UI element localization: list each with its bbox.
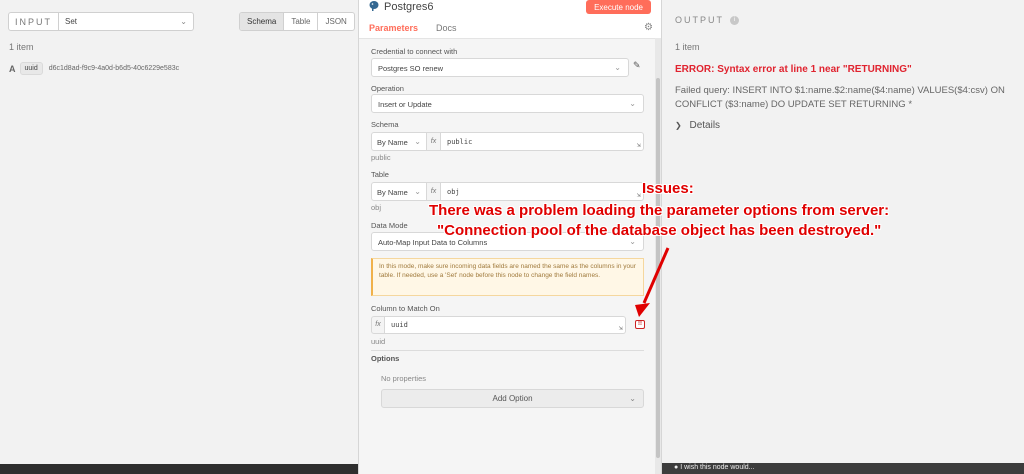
table-hint: obj <box>371 203 382 212</box>
input-node-select-value: Set <box>65 17 78 26</box>
table-input[interactable]: obj ⇲ <box>441 182 644 201</box>
credential-label: Credential to connect with <box>371 47 458 56</box>
annotation-heading: Issues: <box>642 180 694 197</box>
chevron-right-icon: ❯ <box>675 121 682 130</box>
chevron-down-icon: ⌄ <box>629 99 636 108</box>
tab-table[interactable]: Table <box>284 13 319 30</box>
expression-fx-icon: fx <box>371 316 385 334</box>
canvas-strip <box>0 464 358 474</box>
pencil-icon[interactable]: ✎ <box>633 60 641 71</box>
schema-mode-value: By Name <box>377 138 408 147</box>
chevron-down-icon: ⌄ <box>414 137 421 146</box>
chevron-down-icon: ⌄ <box>629 394 636 403</box>
chevron-down-icon: ⌄ <box>180 17 187 26</box>
warning-icon[interactable]: !! <box>635 320 645 329</box>
table-label: Table <box>371 170 389 179</box>
chevron-down-icon: ⌄ <box>414 187 421 196</box>
schema-mode-select[interactable]: By Name ⌄ <box>371 132 427 151</box>
tab-schema[interactable]: Schema <box>240 13 285 30</box>
operation-select[interactable]: Insert or Update ⌄ <box>371 94 644 113</box>
input-header: INPUT Set ⌄ <box>8 12 194 31</box>
add-option-label: Add Option <box>492 394 533 403</box>
execute-node-button[interactable]: Execute node <box>586 0 651 14</box>
data-mode-notice: In this mode, make sure incoming data fi… <box>371 258 644 296</box>
node-tabs: Parameters Docs <box>363 20 469 40</box>
operation-label: Operation <box>371 84 404 93</box>
data-mode-value: Auto-Map Input Data to Columns <box>378 238 488 247</box>
expand-icon[interactable]: ⇲ <box>619 324 623 332</box>
info-icon[interactable]: i <box>730 15 739 25</box>
no-properties-text: No properties <box>381 374 427 383</box>
input-view-tabs: Schema Table JSON <box>239 12 355 31</box>
tab-json[interactable]: JSON <box>318 13 353 30</box>
column-match-hint: uuid <box>371 337 386 346</box>
schema-field: By Name ⌄ fx public ⇲ <box>371 132 644 151</box>
input-item-count: 1 item <box>9 42 34 52</box>
feedback-text: ● I wish this node would... <box>674 464 755 471</box>
feedback-strip[interactable]: ● I wish this node would... <box>662 463 1024 474</box>
tab-parameters[interactable]: Parameters <box>363 20 425 40</box>
credential-value: Postgres SO renew <box>378 64 444 73</box>
options-label: Options <box>371 354 400 363</box>
expression-fx-icon: fx <box>427 182 441 201</box>
column-match-field: fx uuid ⇲ <box>371 316 626 334</box>
schema-hint: public <box>371 153 391 162</box>
output-label: OUTPUT <box>675 15 724 25</box>
operation-value: Insert or Update <box>378 100 432 109</box>
string-type-icon: A <box>9 63 16 74</box>
table-input-value: obj <box>447 188 460 196</box>
input-label: INPUT <box>8 12 59 31</box>
error-title: ERROR: Syntax error at line 1 near "RETU… <box>675 64 912 75</box>
chevron-down-icon: ⌄ <box>614 63 621 72</box>
feedback-label: I wish this node would... <box>680 464 755 471</box>
data-mode-label: Data Mode <box>371 221 408 230</box>
table-field: By Name ⌄ fx obj ⇲ <box>371 182 644 201</box>
details-label: Details <box>689 120 721 131</box>
node-title[interactable]: Postgres6 <box>384 1 434 13</box>
table-mode-select[interactable]: By Name ⌄ <box>371 182 427 201</box>
parameters-body: Credential to connect with Postgres SO r… <box>359 38 655 474</box>
lightbulb-icon: ● <box>674 464 679 471</box>
column-match-label: Column to Match On <box>371 304 440 313</box>
expand-icon[interactable]: ⇲ <box>637 191 641 199</box>
input-panel: INPUT Set ⌄ Schema Table JSON 1 item A u… <box>0 0 362 474</box>
output-item-count: 1 item <box>675 42 700 52</box>
gear-icon[interactable]: ⚙ <box>644 22 653 33</box>
annotation-arrow <box>635 247 670 317</box>
expand-icon[interactable]: ⇲ <box>637 141 641 149</box>
expression-fx-icon: fx <box>427 132 441 151</box>
column-match-input[interactable]: uuid ⇲ <box>385 316 626 334</box>
field-name-pill[interactable]: uuid <box>19 62 43 75</box>
schema-input[interactable]: public ⇲ <box>441 132 644 151</box>
details-toggle[interactable]: ❯ Details <box>675 120 720 131</box>
column-match-value: uuid <box>391 321 408 329</box>
input-node-select[interactable]: Set ⌄ <box>59 12 194 31</box>
postgres-elephant-icon <box>368 0 380 15</box>
error-query: Failed query: INSERT INTO $1:name.$2:nam… <box>675 85 1005 110</box>
options-divider <box>371 350 644 351</box>
schema-field-row: A uuid d6c1d8ad-f9c9-4a0d-b6d5-40c6229e5… <box>9 62 179 75</box>
credential-select[interactable]: Postgres SO renew ⌄ <box>371 58 629 77</box>
annotation-line-2: "Connection pool of the database object … <box>437 222 882 239</box>
output-header: OUTPUT i <box>675 15 739 25</box>
field-value: d6c1d8ad-f9c9-4a0d-b6d5-40c6229e583c <box>48 65 180 72</box>
schema-input-value: public <box>447 138 473 146</box>
schema-label: Schema <box>371 120 399 129</box>
annotation-line-1: There was a problem loading the paramete… <box>429 202 890 219</box>
node-header: Postgres6 Execute node Parameters Docs ⚙ <box>359 0 661 40</box>
table-mode-value: By Name <box>377 188 408 197</box>
add-option-button[interactable]: Add Option ⌄ <box>381 389 644 408</box>
tab-docs[interactable]: Docs <box>430 20 463 40</box>
